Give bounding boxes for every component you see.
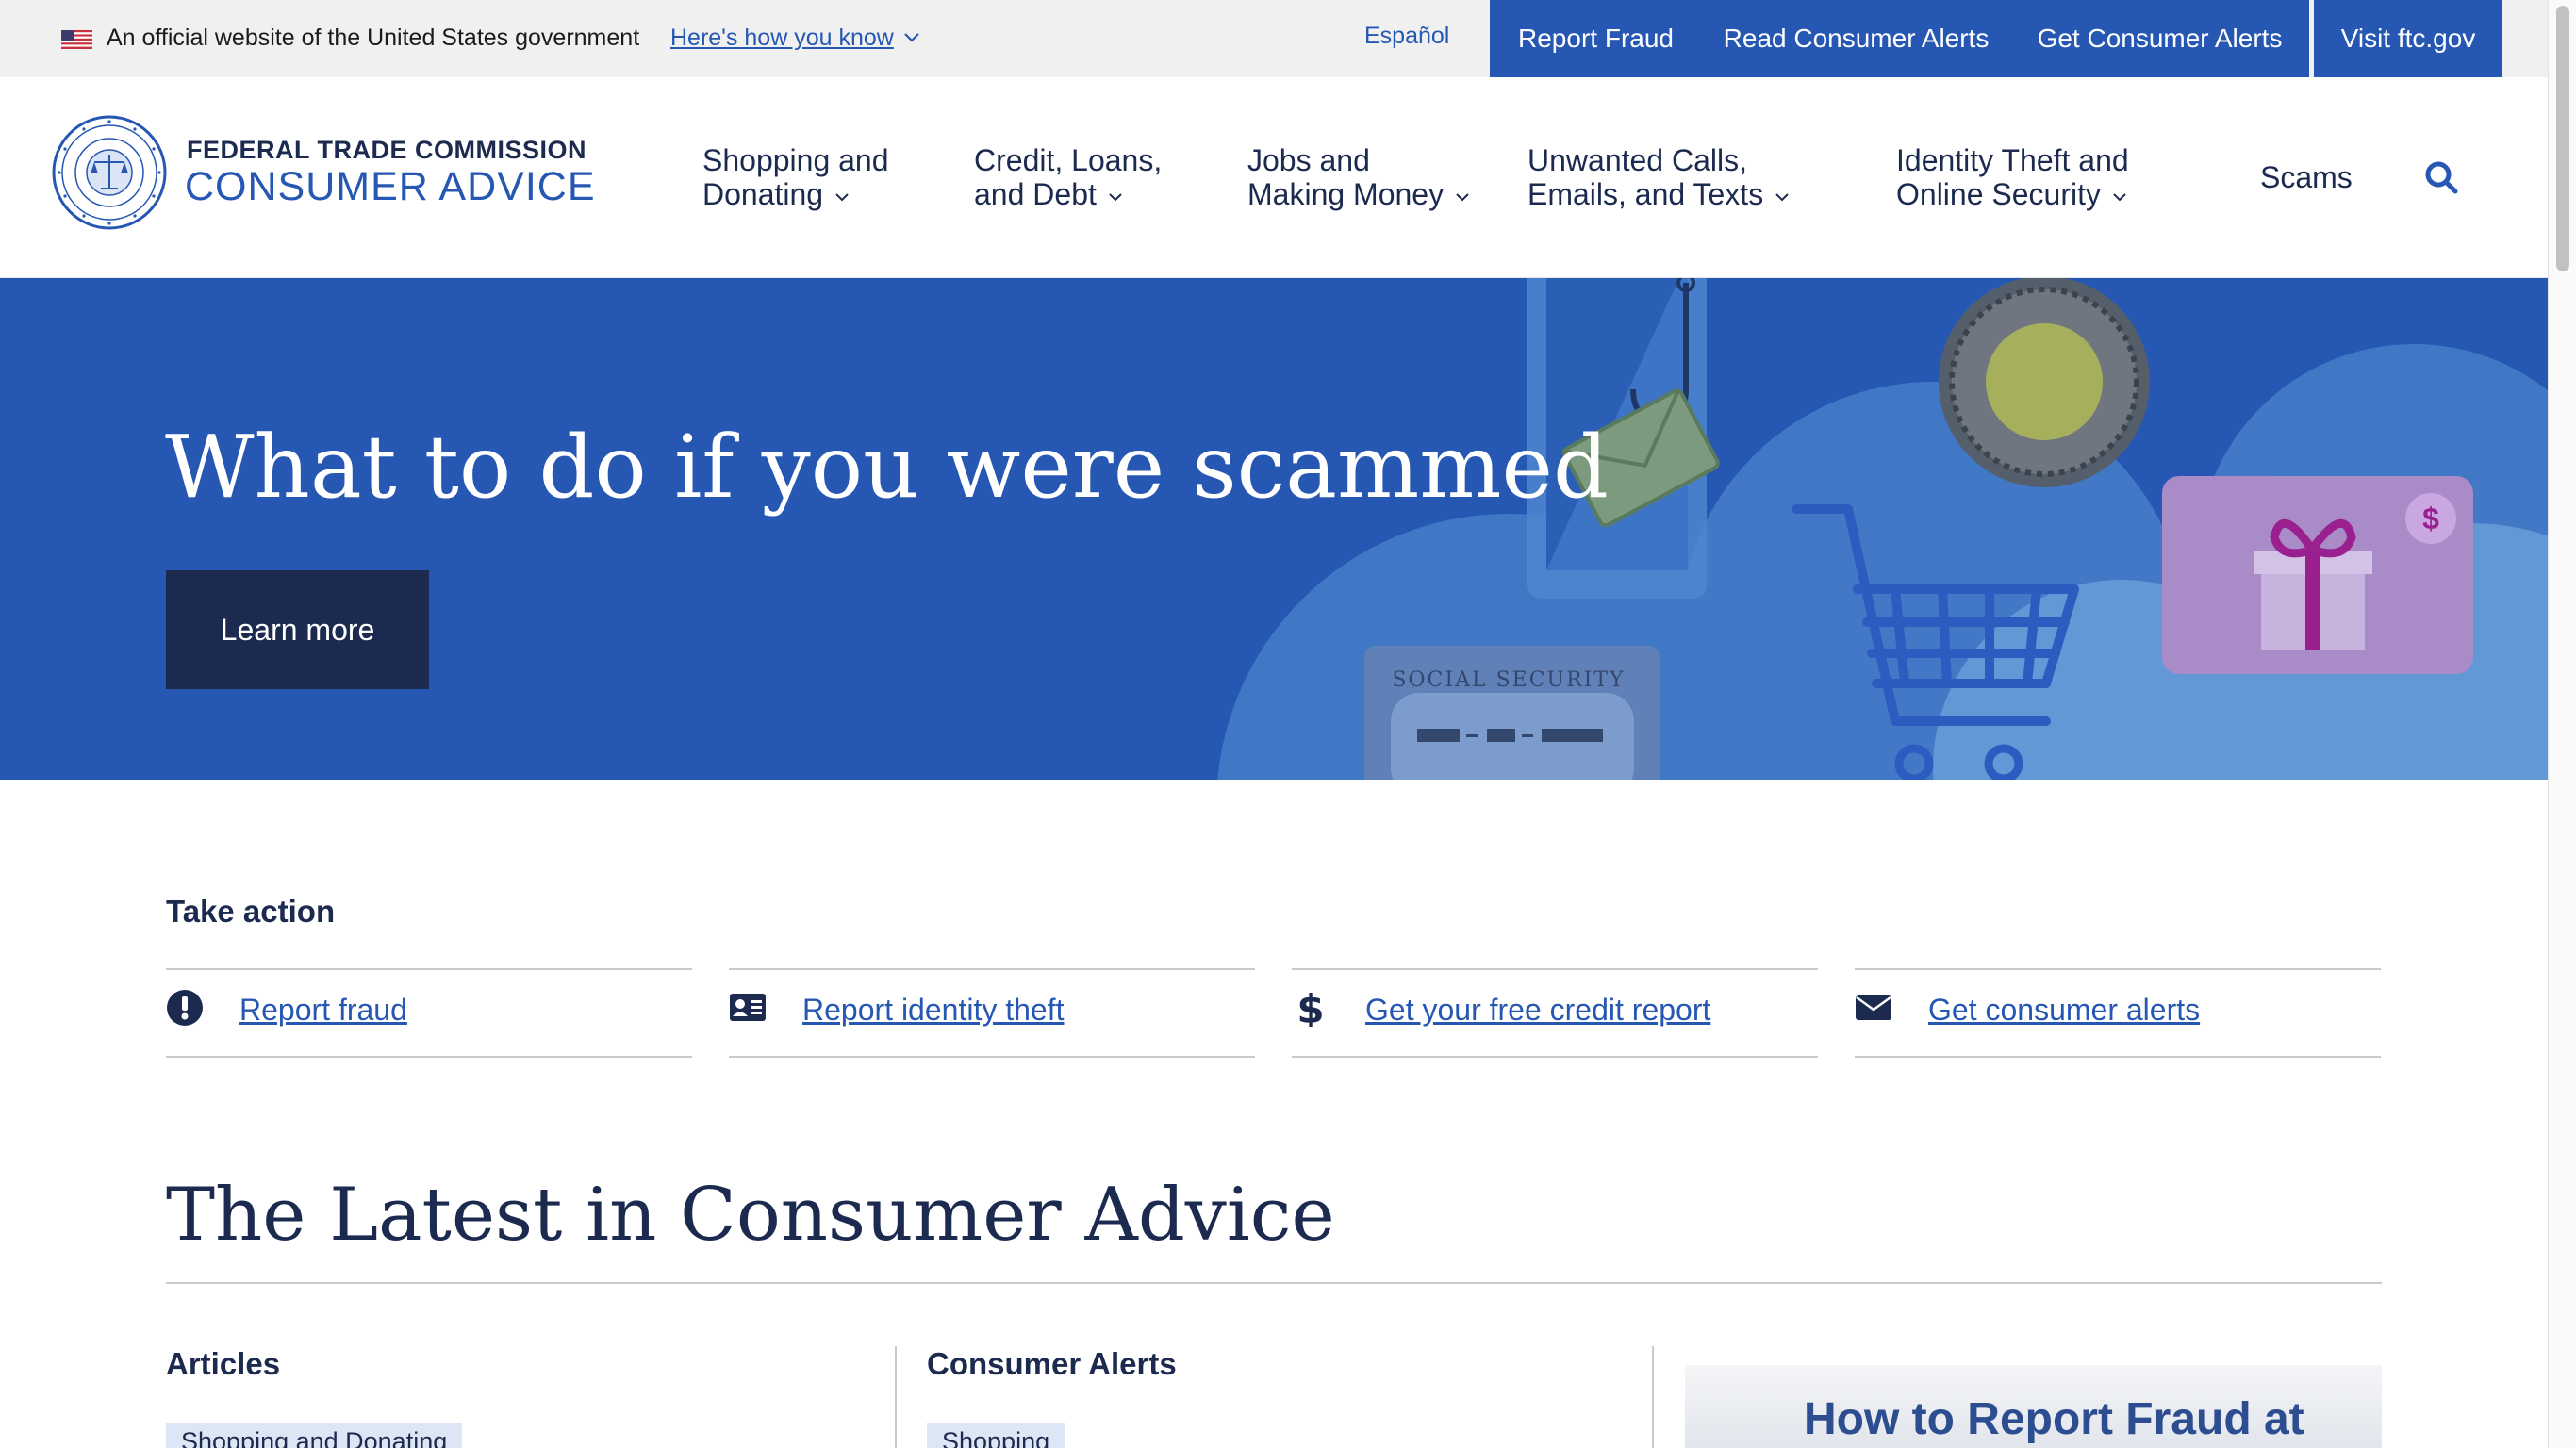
exclamation-circle-icon xyxy=(167,990,203,1026)
latest-heading: The Latest in Consumer Advice xyxy=(166,1173,1335,1258)
visit-ftc-gov-button[interactable]: Visit ftc.gov xyxy=(2314,0,2502,77)
action-consumer-alerts[interactable]: Get consumer alerts xyxy=(1855,968,2381,1058)
nav-label-line1: Unwanted Calls, xyxy=(1527,143,1747,177)
nav-scams[interactable]: Scams xyxy=(2260,160,2353,195)
id-card-icon xyxy=(730,994,766,1021)
nav-unwanted-calls[interactable]: Unwanted Calls, Emails, and Texts xyxy=(1527,143,1790,211)
report-fraud-link[interactable]: Report fraud xyxy=(239,993,407,1028)
chevron-down-icon xyxy=(835,192,849,201)
action-free-credit-report[interactable]: $ Get your free credit report xyxy=(1292,968,1818,1058)
report-identity-theft-link[interactable]: Report identity theft xyxy=(802,993,1064,1028)
nav-identity-theft[interactable]: Identity Theft and Online Security xyxy=(1896,143,2129,211)
chevron-down-icon xyxy=(1456,192,1469,201)
divider xyxy=(166,1282,2382,1284)
column-divider xyxy=(895,1346,897,1448)
ftc-seal-logo[interactable] xyxy=(52,115,167,230)
nav-label-line1: Credit, Loans, xyxy=(974,143,1163,177)
report-fraud-promo-image[interactable]: How to Report Fraud at xyxy=(1685,1365,2382,1448)
chevron-down-icon[interactable] xyxy=(903,32,920,43)
nav-credit-loans-debt[interactable]: Credit, Loans, and Debt xyxy=(974,143,1162,211)
nav-label-line2: and Debt xyxy=(974,177,1097,211)
scrollbar-thumb[interactable] xyxy=(2556,6,2569,272)
report-fraud-top-button[interactable]: Report Fraud xyxy=(1490,0,1702,77)
page-scrollbar[interactable] xyxy=(2548,0,2576,1448)
nav-label-line2: Making Money xyxy=(1247,177,1445,211)
svg-text:$: $ xyxy=(1296,989,1324,1027)
hero-banner: $ SOCIAL SECURITY What to do if you were… xyxy=(0,278,2548,780)
svg-text:$: $ xyxy=(2422,502,2439,535)
chevron-down-icon xyxy=(2113,192,2126,201)
hero-illustration: $ SOCIAL SECURITY xyxy=(1217,278,2548,780)
hero-title: What to do if you were scammed xyxy=(165,417,1609,518)
nav-label-line1: Shopping and xyxy=(702,143,889,177)
get-consumer-alerts-button[interactable]: Get Consumer Alerts xyxy=(2010,0,2309,77)
dollar-icon: $ xyxy=(1296,989,1324,1027)
consumer-alerts-link[interactable]: Get consumer alerts xyxy=(1928,993,2200,1028)
envelope-icon xyxy=(1856,996,1891,1020)
nav-jobs-making-money[interactable]: Jobs and Making Money xyxy=(1247,143,1470,211)
hero-card-label: SOCIAL SECURITY xyxy=(1392,668,1625,692)
free-credit-report-link[interactable]: Get your free credit report xyxy=(1365,993,1710,1028)
take-action-heading: Take action xyxy=(166,894,336,929)
us-flag-icon xyxy=(61,30,92,49)
nav-label-line2: Emails, and Texts xyxy=(1527,177,1764,211)
official-website-text: An official website of the United States… xyxy=(107,25,640,51)
promo-text: How to Report Fraud at xyxy=(1804,1394,2304,1444)
nav-label-line1: Jobs and xyxy=(1247,143,1370,177)
heres-how-you-know-link[interactable]: Here's how you know xyxy=(670,25,894,52)
brand-name[interactable]: CONSUMER ADVICE xyxy=(185,164,596,210)
gov-banner: An official website of the United States… xyxy=(0,0,2548,77)
articles-heading: Articles xyxy=(166,1346,281,1381)
action-report-identity-theft[interactable]: Report identity theft xyxy=(729,968,1255,1058)
chevron-down-icon xyxy=(1109,192,1122,201)
nav-label-line2: Online Security xyxy=(1896,177,2101,211)
nav-label-line1: Identity Theft and xyxy=(1896,143,2129,177)
articles-topic-tag[interactable]: Shopping and Donating xyxy=(166,1423,463,1448)
org-name[interactable]: FEDERAL TRADE COMMISSION xyxy=(187,136,586,165)
search-icon[interactable] xyxy=(2424,160,2458,194)
nav-shopping-and-donating[interactable]: Shopping and Donating xyxy=(702,143,889,211)
espanol-link[interactable]: Español xyxy=(1364,23,1449,50)
learn-more-button[interactable]: Learn more xyxy=(166,570,429,689)
chevron-down-icon xyxy=(1775,192,1789,201)
read-consumer-alerts-button[interactable]: Read Consumer Alerts xyxy=(1701,0,2011,77)
nav-label-line2: Donating xyxy=(702,177,824,211)
alerts-topic-tag[interactable]: Shopping xyxy=(927,1423,1065,1448)
site-header: FEDERAL TRADE COMMISSION CONSUMER ADVICE… xyxy=(0,77,2548,278)
action-report-fraud[interactable]: Report fraud xyxy=(166,968,692,1058)
consumer-alerts-heading: Consumer Alerts xyxy=(927,1346,1177,1381)
column-divider xyxy=(1652,1346,1654,1448)
